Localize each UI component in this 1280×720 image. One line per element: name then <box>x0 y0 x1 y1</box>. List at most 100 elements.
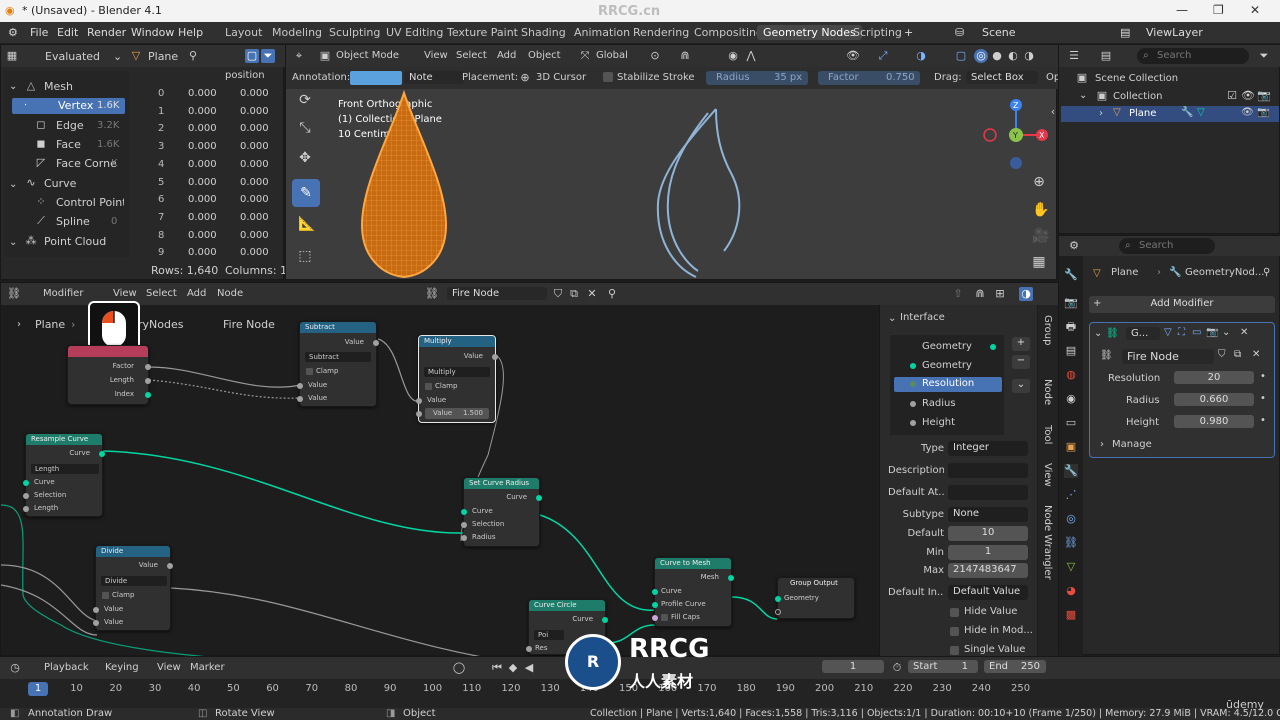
clamp-checkbox[interactable] <box>306 368 313 375</box>
duplicate-icon[interactable]: ⧉ <box>1234 349 1241 360</box>
clock-icon[interactable]: ⏱ <box>890 661 904 675</box>
close-icon[interactable]: ✕ <box>1250 3 1260 17</box>
socket[interactable] <box>652 602 658 608</box>
socket[interactable] <box>93 620 99 626</box>
socket[interactable] <box>526 646 532 652</box>
menu-select[interactable]: Select <box>146 288 177 299</box>
interface-input-resolution[interactable]: Resolution <box>894 377 1002 392</box>
scale-tool-icon[interactable]: ⤡ <box>298 121 312 135</box>
texture-tab-icon[interactable]: ▩ <box>1064 608 1078 622</box>
scene-icon[interactable]: ⛁ <box>955 26 964 39</box>
particles-tab-icon[interactable]: ⋰ <box>1064 488 1078 502</box>
interface-input-height[interactable]: Height <box>922 417 955 428</box>
tab-scripting[interactable]: Scripting <box>847 25 908 40</box>
tab-layout[interactable]: Layout <box>219 25 268 40</box>
menu-help[interactable]: Help <box>178 26 203 39</box>
keyframe-dot[interactable]: • <box>1260 393 1266 404</box>
chevron-down-icon[interactable]: ⌄ <box>113 50 122 63</box>
falloff-icon[interactable]: ⋀ <box>744 49 758 63</box>
height-field[interactable]: 0.980 <box>1174 415 1254 428</box>
cage-toggle-icon[interactable]: ⛶ <box>1178 327 1185 338</box>
keyframe-dot[interactable]: • <box>1260 371 1266 382</box>
node-resample-curve[interactable]: Resample Curve Curve Length Curve Select… <box>23 433 105 517</box>
interface-input-radius[interactable]: Radius <box>922 398 956 409</box>
pin-icon[interactable]: ⚲ <box>186 49 200 63</box>
spreadsheet-editor-type-icon[interactable]: ▦ <box>5 49 19 63</box>
socket[interactable] <box>775 596 781 602</box>
visibility-icon[interactable]: 👁 <box>846 49 860 63</box>
auto-keying-icon[interactable]: ◯ <box>452 661 466 675</box>
socket[interactable] <box>297 383 303 389</box>
snap-icon[interactable]: ⋒ <box>678 49 692 63</box>
checkbox[interactable] <box>950 646 959 655</box>
mode-dropdown[interactable]: Length <box>31 464 99 474</box>
checkbox-icon[interactable]: ☑ <box>1225 89 1239 103</box>
menu-view[interactable]: View <box>113 288 137 299</box>
tree-item-face[interactable]: Face <box>56 138 81 151</box>
menu-select[interactable]: Select <box>456 50 487 61</box>
selected-only-icon[interactable]: ▢ <box>245 49 259 63</box>
sidebar-tab-node-wrangler[interactable]: Node Wrangler <box>1042 505 1053 580</box>
socket[interactable] <box>23 493 29 499</box>
socket[interactable] <box>93 607 99 613</box>
end-frame-field[interactable]: End 250 <box>984 660 1046 673</box>
node-curve-to-mesh[interactable]: Curve to Mesh Mesh Curve Profile Curve F… <box>652 557 734 627</box>
menu-edit[interactable]: Edit <box>57 26 78 39</box>
minimize-icon[interactable]: — <box>1176 3 1188 17</box>
viewport-toggle-icon[interactable]: ▭ <box>1192 327 1201 338</box>
socket-menu-button[interactable]: ⌄ <box>1012 379 1030 393</box>
clamp-checkbox[interactable] <box>425 383 432 390</box>
tab-uv-editing[interactable]: UV Editing <box>380 25 449 40</box>
menu-marker[interactable]: Marker <box>190 662 225 673</box>
socket[interactable] <box>652 615 658 621</box>
parent-node-icon[interactable]: ⇧ <box>951 287 965 301</box>
socket[interactable] <box>373 340 379 346</box>
tree-item-face-corner[interactable]: Face Corner <box>56 157 116 170</box>
annotate-tool-icon[interactable]: ✎ <box>292 179 320 207</box>
socket[interactable] <box>728 575 734 581</box>
add-modifier-button[interactable]: + Add Modifier <box>1089 296 1275 313</box>
modifier-name-field[interactable]: G... <box>1126 327 1160 340</box>
chevron-right-icon[interactable]: › <box>1100 439 1104 450</box>
sidebar-tab-view[interactable]: View <box>1042 463 1053 487</box>
operation-dropdown[interactable]: Divide <box>101 576 167 586</box>
socket[interactable] <box>23 480 29 486</box>
menu-add[interactable]: Add <box>187 288 206 299</box>
output-tab-icon[interactable]: 🖶 <box>1064 320 1078 334</box>
chevron-down-icon[interactable]: ⌄ <box>9 237 17 248</box>
proportional-edit-icon[interactable]: ◉ <box>726 49 740 63</box>
socket[interactable] <box>602 617 608 623</box>
node-editor-type-icon[interactable]: ⛓ <box>7 287 21 301</box>
menu-node[interactable]: Node <box>217 288 243 299</box>
socket[interactable] <box>99 451 105 457</box>
annotation-color-swatch[interactable] <box>350 71 402 85</box>
scene-tab-icon[interactable]: ◍ <box>1064 368 1078 382</box>
modifier-tab-icon[interactable]: 🔧 <box>1064 464 1078 478</box>
tree-item-control-point[interactable]: Control Point <box>56 196 124 209</box>
remove-socket-button[interactable]: − <box>1012 355 1030 369</box>
properties-search[interactable]: ⌕ Search <box>1119 238 1215 254</box>
sidebar-tab-node[interactable]: Node <box>1042 379 1053 405</box>
node-editor[interactable]: ⛓ Modifier View Select Add Node ⛓ Fire N… <box>0 282 1058 657</box>
prop-field[interactable] <box>948 485 1028 500</box>
drag-dropdown[interactable]: Select Box <box>966 71 1038 84</box>
add-workspace-icon[interactable]: + <box>904 26 913 39</box>
pin-icon[interactable]: ⚲ <box>1263 267 1270 278</box>
tab-texture-paint[interactable]: Texture Paint <box>441 25 524 40</box>
playhead[interactable]: 1 <box>28 682 48 696</box>
ortho-grid-icon[interactable]: ▦ <box>1032 255 1046 269</box>
node-group-selector[interactable]: Fire Node <box>447 287 547 300</box>
socket[interactable] <box>416 411 422 417</box>
rotate-tool-icon[interactable]: ⟳ <box>298 93 312 107</box>
clamp-checkbox[interactable] <box>102 592 109 599</box>
prop-field[interactable]: None <box>948 507 1028 522</box>
fill-caps-checkbox[interactable] <box>661 614 668 621</box>
socket[interactable] <box>461 509 467 515</box>
fake-user-icon[interactable]: ⛉ <box>1218 349 1226 360</box>
viewlayer-name[interactable]: ViewLayer <box>1146 26 1203 39</box>
object-mode-dropdown[interactable]: Object Mode <box>336 50 399 61</box>
checkbox[interactable] <box>950 608 959 617</box>
object-tab-icon[interactable]: ▣ <box>1064 440 1078 454</box>
socket[interactable] <box>536 495 542 501</box>
viewlayer-icon[interactable]: ▤ <box>1120 26 1130 39</box>
